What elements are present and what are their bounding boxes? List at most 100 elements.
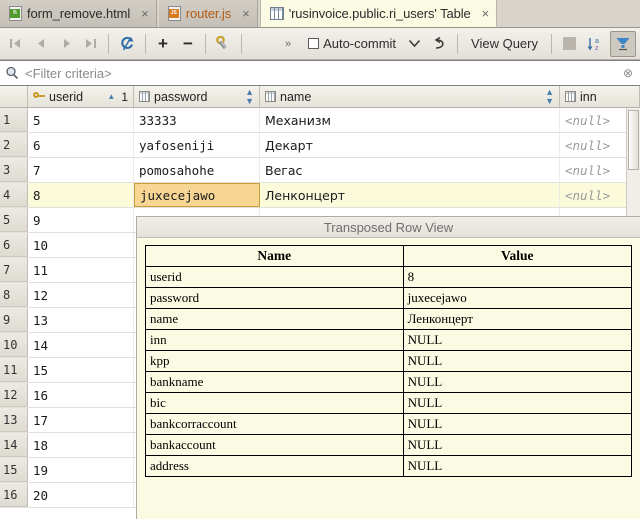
cell-userid[interactable]: 19 bbox=[28, 458, 134, 482]
toolbar-overflow-button[interactable]: » bbox=[276, 31, 300, 57]
row-number[interactable]: 6 bbox=[0, 233, 28, 257]
column-header-inn[interactable]: inn bbox=[560, 86, 640, 107]
transposed-field-value[interactable]: 8 bbox=[403, 267, 631, 288]
previous-record-button[interactable] bbox=[29, 31, 53, 57]
row-number[interactable]: 10 bbox=[0, 333, 28, 357]
row-number[interactable]: 11 bbox=[0, 358, 28, 382]
transposed-field-value[interactable]: juxecejawo bbox=[403, 288, 631, 309]
cell-userid[interactable]: 8 bbox=[28, 183, 134, 207]
transposed-field-value[interactable]: NULL bbox=[403, 372, 631, 393]
table-row[interactable]: 1 5 33333 Механизм <null> bbox=[0, 108, 640, 133]
cell-userid[interactable]: 17 bbox=[28, 408, 134, 432]
scrollbar-thumb[interactable] bbox=[628, 110, 639, 170]
transposed-field-value[interactable]: NULL bbox=[403, 330, 631, 351]
cell-password[interactable]: yafoseniji bbox=[134, 133, 260, 157]
transposed-field-value[interactable]: NULL bbox=[403, 414, 631, 435]
tab-ri-users-table[interactable]: 'rusinvoice.public.ri_users' Table × bbox=[260, 0, 498, 27]
transposed-row[interactable]: bankname NULL bbox=[146, 372, 632, 393]
row-number[interactable]: 3 bbox=[0, 158, 28, 182]
cell-name[interactable]: Механизм bbox=[260, 108, 560, 132]
column-header-name[interactable]: name ▲▼ bbox=[260, 86, 560, 107]
row-number[interactable]: 14 bbox=[0, 433, 28, 457]
transposed-field-value[interactable]: NULL bbox=[403, 351, 631, 372]
row-number[interactable]: 12 bbox=[0, 383, 28, 407]
transposed-row[interactable]: password juxecejawo bbox=[146, 288, 632, 309]
row-number[interactable]: 13 bbox=[0, 408, 28, 432]
cell-userid[interactable]: 10 bbox=[28, 233, 134, 257]
cell-userid[interactable]: 6 bbox=[28, 133, 134, 157]
cell-userid[interactable]: 9 bbox=[28, 208, 134, 232]
cell-password-focused[interactable]: juxecejawo bbox=[134, 183, 260, 207]
cell-userid[interactable]: 16 bbox=[28, 383, 134, 407]
table-row[interactable]: 3 7 pomosahohe Вегас <null> bbox=[0, 158, 640, 183]
transposed-header-name[interactable]: Name bbox=[146, 246, 404, 267]
cell-userid[interactable]: 15 bbox=[28, 358, 134, 382]
row-number[interactable]: 7 bbox=[0, 258, 28, 282]
transposed-field-value[interactable]: NULL bbox=[403, 456, 631, 477]
cell-name[interactable]: Декарт bbox=[260, 133, 560, 157]
row-number[interactable]: 9 bbox=[0, 308, 28, 332]
row-number[interactable]: 2 bbox=[0, 133, 28, 157]
tab-close-icon[interactable]: × bbox=[242, 7, 250, 20]
cell-name[interactable]: Вегас bbox=[260, 158, 560, 182]
cell-name[interactable]: Ленконцерт bbox=[260, 183, 560, 207]
cell-userid[interactable]: 12 bbox=[28, 283, 134, 307]
view-query-button[interactable]: View Query bbox=[463, 31, 546, 57]
cell-password[interactable]: 33333 bbox=[134, 108, 260, 132]
transposed-row[interactable]: kpp NULL bbox=[146, 351, 632, 372]
tab-router-js[interactable]: JS router.js × bbox=[159, 0, 258, 27]
commit-mode-dropdown-button[interactable] bbox=[402, 31, 426, 57]
clear-filter-icon[interactable]: ⊗ bbox=[623, 66, 633, 80]
cell-userid[interactable]: 14 bbox=[28, 333, 134, 357]
transposed-row[interactable]: bic NULL bbox=[146, 393, 632, 414]
auto-commit-checkbox[interactable]: Auto-commit bbox=[303, 31, 401, 57]
table-row[interactable]: 2 6 yafoseniji Декарт <null> bbox=[0, 133, 640, 158]
transposed-row[interactable]: bankcorraccount NULL bbox=[146, 414, 632, 435]
stop-button[interactable] bbox=[557, 31, 581, 57]
cell-password[interactable]: pomosahohe bbox=[134, 158, 260, 182]
row-number[interactable]: 4 bbox=[0, 183, 28, 207]
filter-input[interactable]: <Filter criteria> bbox=[25, 66, 623, 81]
cell-userid[interactable]: 7 bbox=[28, 158, 134, 182]
cell-userid[interactable]: 13 bbox=[28, 308, 134, 332]
refresh-button[interactable] bbox=[114, 31, 140, 57]
first-record-button[interactable] bbox=[4, 31, 28, 57]
transposed-row-view-title[interactable]: Transposed Row View bbox=[137, 217, 640, 238]
tab-close-icon[interactable]: × bbox=[482, 7, 490, 20]
cell-userid[interactable]: 5 bbox=[28, 108, 134, 132]
transposed-row[interactable]: name Ленконцерт bbox=[146, 309, 632, 330]
transposed-row[interactable]: address NULL bbox=[146, 456, 632, 477]
delete-row-button[interactable]: − bbox=[176, 31, 200, 57]
transposed-header-value[interactable]: Value bbox=[403, 246, 631, 267]
filter-toggle-button[interactable] bbox=[610, 31, 636, 57]
grid-vertical-scrollbar[interactable] bbox=[626, 108, 640, 216]
transposed-row[interactable]: userid 8 bbox=[146, 267, 632, 288]
add-row-button[interactable]: + bbox=[151, 31, 175, 57]
row-number[interactable]: 15 bbox=[0, 458, 28, 482]
row-number[interactable]: 8 bbox=[0, 283, 28, 307]
last-record-button[interactable] bbox=[79, 31, 103, 57]
cell-userid[interactable]: 18 bbox=[28, 433, 134, 457]
rollback-button[interactable] bbox=[427, 31, 452, 57]
column-header-userid[interactable]: userid ▲ 1 bbox=[28, 86, 134, 107]
tools-button[interactable] bbox=[211, 31, 236, 57]
row-number[interactable]: 1 bbox=[0, 108, 28, 132]
next-record-button[interactable] bbox=[54, 31, 78, 57]
tab-form-remove-html[interactable]: h form_remove.html × bbox=[0, 0, 157, 27]
transposed-field-value[interactable]: NULL bbox=[403, 435, 631, 456]
column-header-password[interactable]: password ▲▼ bbox=[134, 86, 260, 107]
cell-userid[interactable]: 11 bbox=[28, 258, 134, 282]
transposed-row[interactable]: inn NULL bbox=[146, 330, 632, 351]
table-row-selected[interactable]: 4 8 juxecejawo Ленконцерт <null> bbox=[0, 183, 640, 208]
filter-criteria-bar[interactable]: <Filter criteria> ⊗ bbox=[0, 60, 640, 86]
cell-userid[interactable]: 20 bbox=[28, 483, 134, 507]
transposed-row[interactable]: bankaccount NULL bbox=[146, 435, 632, 456]
row-number[interactable]: 5 bbox=[0, 208, 28, 232]
funnel-filter-icon bbox=[615, 36, 631, 52]
transposed-field-value[interactable]: NULL bbox=[403, 393, 631, 414]
tab-close-icon[interactable]: × bbox=[141, 7, 149, 20]
transposed-field-value[interactable]: Ленконцерт bbox=[403, 309, 631, 330]
sort-button[interactable]: a z bbox=[582, 31, 609, 57]
row-number[interactable]: 16 bbox=[0, 483, 28, 507]
grid-corner-header[interactable] bbox=[0, 86, 28, 107]
